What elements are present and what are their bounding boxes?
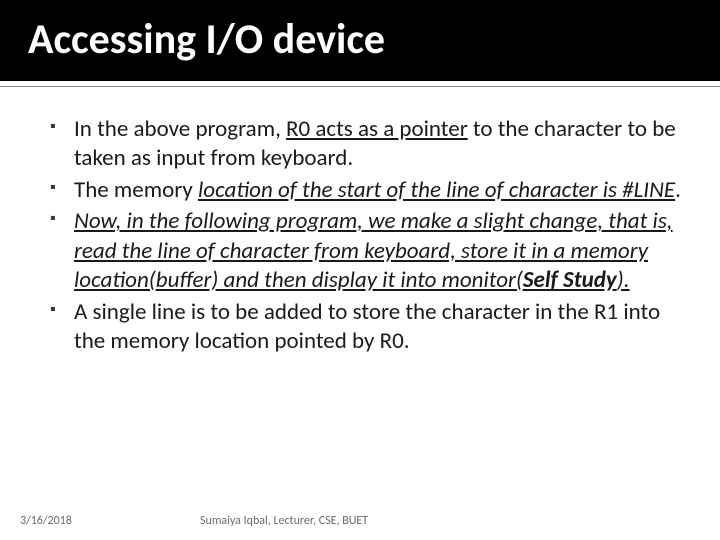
underlined-italic-text: location of the start of the line of cha… bbox=[198, 176, 675, 204]
list-item: Now, in the following program, we make a… bbox=[50, 207, 688, 295]
text-fragment: A single line is to be added to store th… bbox=[74, 298, 660, 355]
slide: Accessing I/O device In the above progra… bbox=[0, 0, 720, 540]
text-fragment: . bbox=[675, 176, 681, 204]
underlined-text: R0 acts as a pointer bbox=[286, 115, 468, 143]
title-band: Accessing I/O device bbox=[0, 0, 720, 81]
bullet-list: In the above program, R0 acts as a point… bbox=[50, 115, 688, 357]
text-fragment: The memory bbox=[74, 176, 198, 204]
underlined-italic-bold-text: Self Study bbox=[523, 266, 617, 294]
footer: 3/16/2018 Sumaiya Iqbal, Lecturer, CSE, … bbox=[20, 514, 700, 528]
list-item: A single line is to be added to store th… bbox=[50, 298, 688, 357]
text-fragment: In the above program, bbox=[74, 115, 286, 143]
footer-author: Sumaiya Iqbal, Lecturer, CSE, BUET bbox=[200, 514, 700, 528]
footer-date: 3/16/2018 bbox=[20, 514, 140, 528]
underlined-italic-text: ). bbox=[617, 266, 630, 294]
list-item: The memory location of the start of the … bbox=[50, 176, 688, 205]
content-area: In the above program, R0 acts as a point… bbox=[0, 87, 720, 540]
list-item: In the above program, R0 acts as a point… bbox=[50, 115, 688, 174]
slide-title: Accessing I/O device bbox=[28, 14, 692, 65]
